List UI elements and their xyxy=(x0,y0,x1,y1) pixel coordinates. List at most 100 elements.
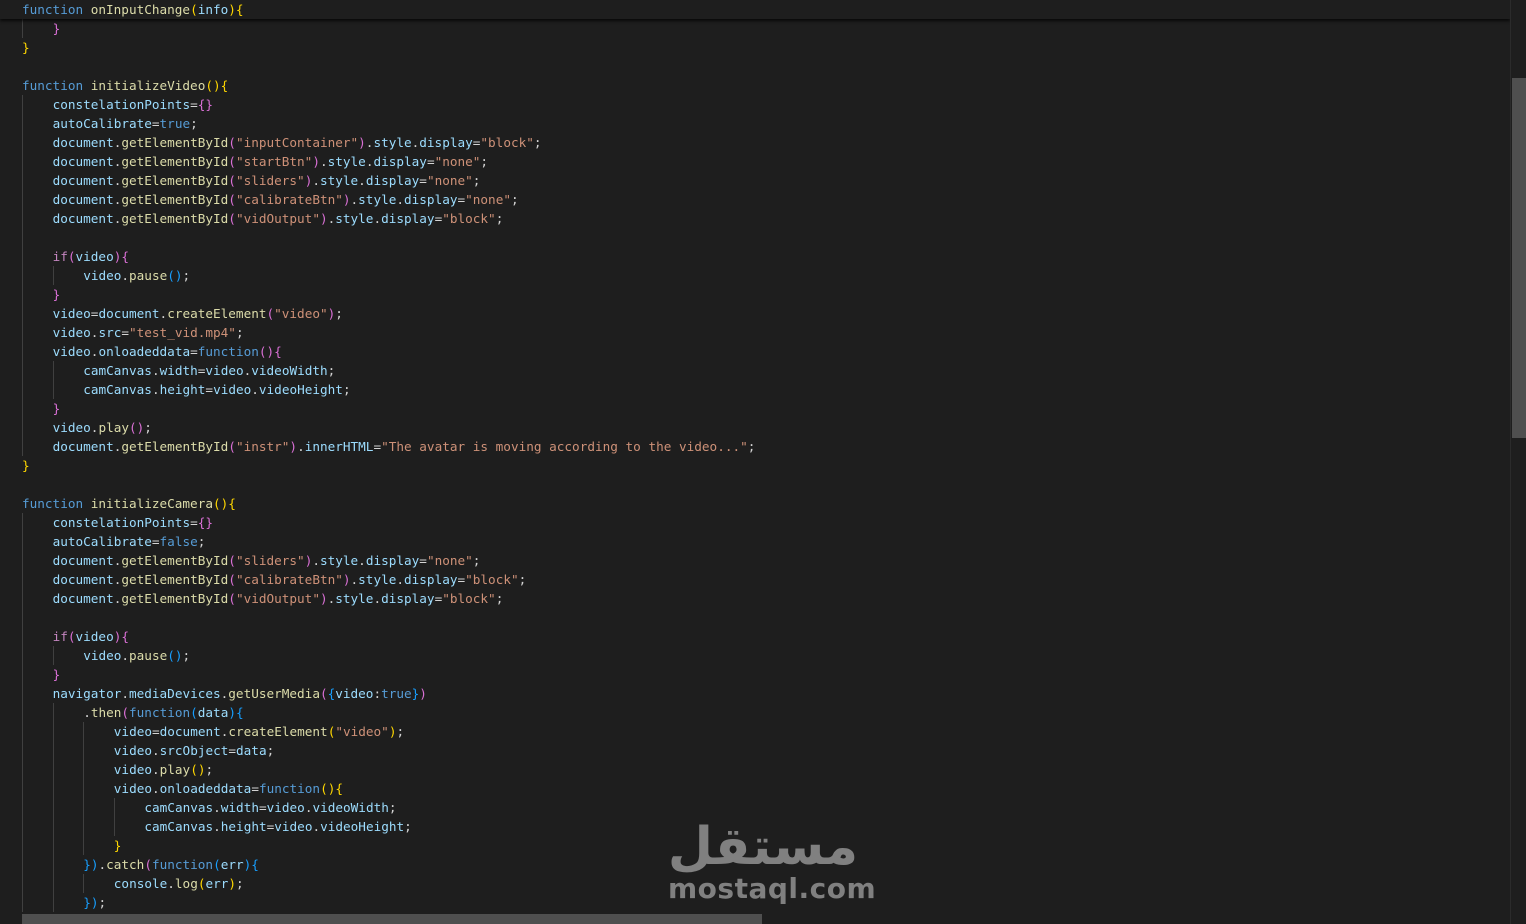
vertical-scrollbar[interactable] xyxy=(1510,0,1526,924)
code-line[interactable]: } xyxy=(0,399,1510,418)
code-token: = xyxy=(419,553,427,568)
code-token: "sliders" xyxy=(235,173,305,188)
code-token: = xyxy=(151,116,160,131)
code-line[interactable]: } xyxy=(0,456,1510,475)
code-token: document xyxy=(52,439,114,454)
code-token: { xyxy=(251,857,259,872)
code-line[interactable]: } xyxy=(0,285,1510,304)
indent-guide xyxy=(22,361,23,380)
code-line[interactable]: document.getElementById("sliders").style… xyxy=(0,171,1510,190)
code-token: ( xyxy=(67,629,76,644)
line-text: document.getElementById("startBtn").styl… xyxy=(53,152,488,171)
code-line[interactable]: document.getElementById("vidOutput").sty… xyxy=(0,589,1510,608)
code-line[interactable]: document.getElementById("calibrateBtn").… xyxy=(0,190,1510,209)
code-token: display xyxy=(404,192,458,207)
code-token: = xyxy=(205,382,214,397)
code-line[interactable]: document.getElementById("calibrateBtn").… xyxy=(0,570,1510,589)
code-token: "calibrateBtn" xyxy=(235,192,343,207)
code-line[interactable]: video.play(); xyxy=(0,760,1510,779)
indent-guide xyxy=(22,551,23,570)
line-text: document.getElementById("vidOutput").sty… xyxy=(53,209,504,228)
code-token: "video" xyxy=(335,724,389,739)
code-line[interactable]: .then(function(data){ xyxy=(0,703,1510,722)
code-token: ( xyxy=(228,211,236,226)
code-token: style xyxy=(335,591,374,606)
code-line[interactable]: document.getElementById("instr").innerHT… xyxy=(0,437,1510,456)
code-line[interactable] xyxy=(0,475,1510,494)
code-line[interactable]: camCanvas.height=video.videoHeight; xyxy=(0,380,1510,399)
code-line[interactable]: constelationPoints={} xyxy=(0,513,1510,532)
code-line[interactable]: } xyxy=(0,836,1510,855)
sticky-header-line[interactable]: function onInputChange(info){ xyxy=(0,0,1510,19)
line-text: autoCalibrate=false; xyxy=(53,532,206,551)
code-token: ( xyxy=(266,306,275,321)
code-token: innerHTML xyxy=(304,439,374,454)
code-line[interactable]: } xyxy=(0,665,1510,684)
code-token: = xyxy=(121,325,129,340)
indent-guide xyxy=(83,741,85,760)
code-line[interactable]: video.pause(); xyxy=(0,646,1510,665)
indent-guide xyxy=(52,722,54,741)
code-line[interactable]: camCanvas.width=video.videoWidth; xyxy=(0,361,1510,380)
code-token: function xyxy=(22,2,84,17)
code-line[interactable]: function initializeVideo(){ xyxy=(0,76,1510,95)
code-line[interactable]: video=document.createElement("video"); xyxy=(0,722,1510,741)
code-token: ( xyxy=(144,857,152,872)
code-line[interactable]: video.play(); xyxy=(0,418,1510,437)
line-text: }).catch(function(err){ xyxy=(83,855,259,874)
code-line[interactable]: function initializeCamera(){ xyxy=(0,494,1510,513)
code-line[interactable]: document.getElementById("startBtn").styl… xyxy=(0,152,1510,171)
code-line[interactable]: document.getElementById("inputContainer"… xyxy=(0,133,1510,152)
code-token: play xyxy=(98,420,129,435)
vertical-scrollbar-thumb[interactable] xyxy=(1512,78,1526,438)
code-line[interactable]: video.srcObject=data; xyxy=(0,741,1510,760)
code-token: display xyxy=(419,135,473,150)
code-line[interactable]: if(video){ xyxy=(0,247,1510,266)
horizontal-scrollbar-thumb[interactable] xyxy=(22,914,762,924)
code-line[interactable]: } xyxy=(0,19,1510,38)
code-line[interactable] xyxy=(0,228,1510,247)
code-line[interactable]: document.getElementById("sliders").style… xyxy=(0,551,1510,570)
code-line[interactable]: }); xyxy=(0,893,1510,912)
indent-guide xyxy=(22,665,23,684)
sticky-scroll-header[interactable]: function onInputChange(info){ xyxy=(0,0,1510,19)
code-line[interactable]: video.pause(); xyxy=(0,266,1510,285)
code-line[interactable]: video.onloadeddata=function(){ xyxy=(0,779,1510,798)
code-token: . xyxy=(373,211,382,226)
code-token: = xyxy=(151,534,160,549)
code-line[interactable]: camCanvas.height=video.videoHeight; xyxy=(0,817,1510,836)
code-token: function xyxy=(258,781,321,796)
code-lines[interactable]: }} function initializeVideo(){constelatio… xyxy=(0,19,1510,912)
code-line[interactable]: autoCalibrate=true; xyxy=(0,114,1510,133)
indent-guide xyxy=(22,266,23,285)
code-token: "none" xyxy=(465,192,511,207)
code-token: "instr" xyxy=(235,439,290,454)
code-editor[interactable]: function onInputChange(info){ }} function… xyxy=(0,0,1510,924)
code-line[interactable]: camCanvas.width=video.videoWidth; xyxy=(0,798,1510,817)
code-token: style xyxy=(373,135,412,150)
code-line[interactable]: video=document.createElement("video"); xyxy=(0,304,1510,323)
line-text: if(video){ xyxy=(53,627,129,646)
code-token: . xyxy=(167,876,175,891)
code-line[interactable] xyxy=(0,608,1510,627)
code-token: } xyxy=(52,21,61,36)
indent-guide xyxy=(22,513,23,532)
code-line[interactable]: navigator.mediaDevices.getUserMedia({vid… xyxy=(0,684,1510,703)
code-line[interactable]: console.log(err); xyxy=(0,874,1510,893)
code-token: ; xyxy=(205,762,214,777)
indent-guide xyxy=(52,380,54,399)
code-token: srcObject xyxy=(159,743,229,758)
code-line[interactable]: video.src="test_vid.mp4"; xyxy=(0,323,1510,342)
indent-guide xyxy=(22,703,23,722)
code-line[interactable]: autoCalibrate=false; xyxy=(0,532,1510,551)
code-token: function xyxy=(129,705,191,720)
code-line[interactable]: constelationPoints={} xyxy=(0,95,1510,114)
code-line[interactable]: video.onloadeddata=function(){ xyxy=(0,342,1510,361)
code-token: camCanvas xyxy=(83,382,152,397)
code-line[interactable]: }).catch(function(err){ xyxy=(0,855,1510,874)
code-line[interactable] xyxy=(0,57,1510,76)
code-line[interactable]: document.getElementById("vidOutput").sty… xyxy=(0,209,1510,228)
code-line[interactable]: if(video){ xyxy=(0,627,1510,646)
code-line[interactable]: } xyxy=(0,38,1510,57)
